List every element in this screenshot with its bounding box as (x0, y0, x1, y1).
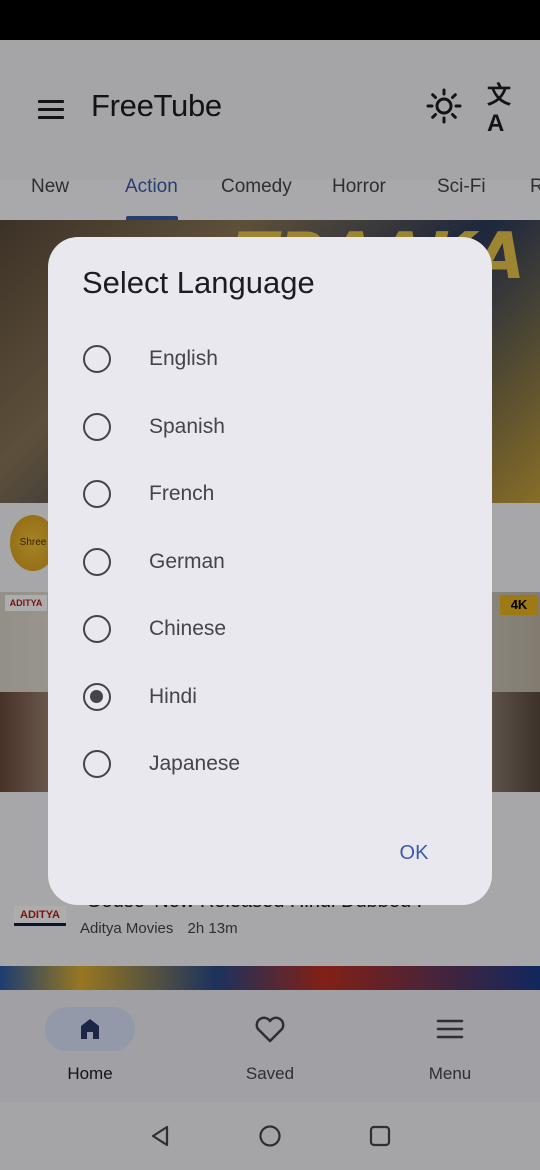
language-option-japanese[interactable]: Japanese (48, 737, 492, 793)
radio-button[interactable] (83, 750, 111, 778)
language-label: Spanish (149, 415, 225, 438)
language-option-hindi[interactable]: Hindi (48, 670, 492, 726)
language-label: Japanese (149, 752, 241, 775)
language-option-german[interactable]: German (48, 535, 492, 591)
language-option-spanish[interactable]: Spanish (48, 400, 492, 456)
radio-button[interactable] (83, 615, 111, 643)
language-option-chinese[interactable]: Chinese (48, 602, 492, 658)
language-option-french[interactable]: French (48, 467, 492, 523)
radio-button[interactable] (83, 480, 111, 508)
language-option-english[interactable]: English (48, 332, 492, 388)
language-label: Hindi (149, 685, 197, 708)
radio-button[interactable] (83, 345, 111, 373)
language-dialog: Select Language English Spanish French G… (48, 237, 492, 905)
radio-button[interactable] (83, 413, 111, 441)
language-label: English (149, 347, 218, 370)
radio-button[interactable] (83, 548, 111, 576)
dialog-title: Select Language (82, 265, 315, 300)
radio-button-selected[interactable] (83, 683, 111, 711)
language-label: German (149, 550, 225, 573)
language-label: Chinese (149, 617, 227, 640)
language-label: French (149, 482, 215, 505)
ok-button[interactable]: OK (386, 833, 442, 873)
status-bar (0, 0, 540, 40)
